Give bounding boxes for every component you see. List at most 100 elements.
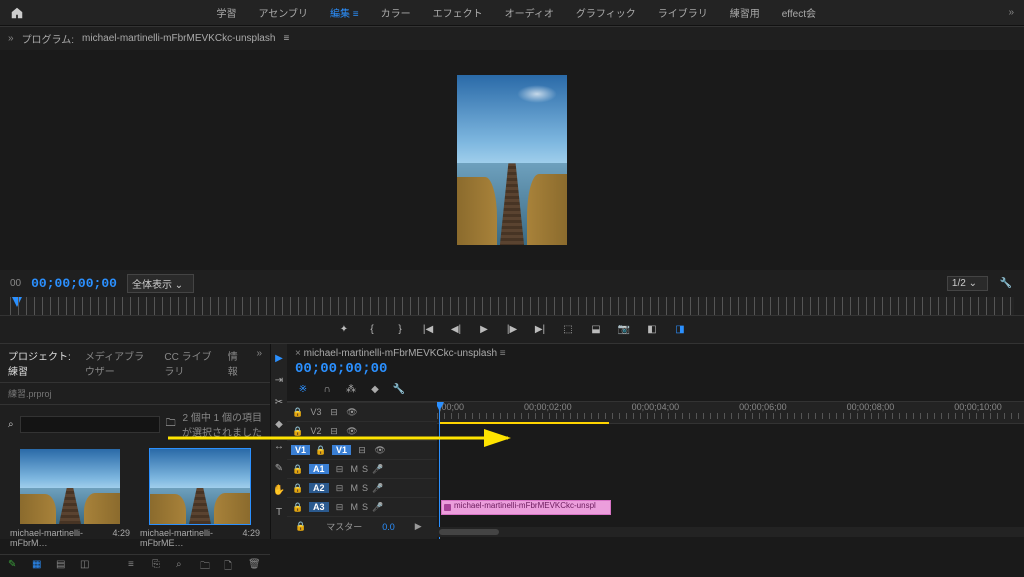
selection-tool-icon[interactable]: ▶ <box>271 350 287 366</box>
program-monitor-panel: » プログラム: michael-martinelli-mFbrMEVKCkc-… <box>0 26 1024 343</box>
track-select-tool-icon[interactable]: ⇥ <box>271 372 287 388</box>
go-to-out-icon[interactable]: ▶| <box>532 322 548 338</box>
playhead[interactable] <box>439 402 440 539</box>
timeline-panel: × michael-martinelli-mFbrMEVKCkc-unsplas… <box>287 344 1024 539</box>
write-icon[interactable]: ✎ <box>8 559 22 573</box>
project-item-1[interactable]: michael-martinelli-mFbrME…4:29 <box>140 449 260 548</box>
program-tc-small: 00 <box>10 278 21 289</box>
search-icon[interactable]: ⌕ <box>8 419 14 430</box>
clear-icon[interactable]: 🗑 <box>248 559 262 573</box>
media-browser-tab[interactable]: メディアブラウザー <box>85 348 151 378</box>
automate-icon[interactable]: ⎘ <box>152 559 166 573</box>
item-dur: 4:29 <box>112 528 130 548</box>
program-timecode[interactable]: 00;00;00;00 <box>31 276 117 291</box>
step-back-icon[interactable]: ◀| <box>448 322 464 338</box>
markers-icon[interactable]: ◆ <box>367 381 383 397</box>
go-to-in-icon[interactable]: |◀ <box>420 322 436 338</box>
track-a3[interactable]: 🔒A3⊟MS🎤 <box>287 497 437 516</box>
panel-menu-icon[interactable]: » <box>8 33 14 44</box>
comparison-icon[interactable]: ◧ <box>644 322 660 338</box>
ripple-edit-tool-icon[interactable]: ✂ <box>271 394 287 410</box>
tab-effectkai[interactable]: effect会 <box>782 5 816 20</box>
timeline-timecode[interactable]: 00;00;00;00 <box>295 361 1024 377</box>
find-icon[interactable]: ⌕ <box>176 559 190 573</box>
tab-learning[interactable]: 学習 <box>216 5 236 20</box>
settings-icon[interactable]: 🔧 <box>391 381 407 397</box>
sequence-tab[interactable]: michael-martinelli-mFbrMEVKCkc-unsplash <box>304 348 497 359</box>
project-status: 2 個中 1 個の項目が選択されました <box>182 409 262 439</box>
pen-tool-icon[interactable]: ✎ <box>271 460 287 476</box>
snap-icon[interactable]: ※ <box>295 381 311 397</box>
work-area-bar[interactable] <box>439 422 609 424</box>
icon-view-icon[interactable]: ▤ <box>56 559 70 573</box>
workspace-tabs: 学習 アセンブリ 編集 カラー エフェクト オーディオ グラフィック ライブラリ… <box>24 5 1008 20</box>
track-headers: 🔒V3⊟👁 🔒V2⊟👁 V1🔒V1⊟👁 🔒A1⊟MS🎤 🔒A2⊟MS🎤 🔒A3⊟… <box>287 402 437 539</box>
lift-icon[interactable]: ⬚ <box>560 322 576 338</box>
tab-effects[interactable]: エフェクト <box>433 5 483 20</box>
lower-panels: プロジェクト: 練習 メディアブラウザー CC ライブラリ 情報 » 練習.pr… <box>0 343 1024 539</box>
freeform-view-icon[interactable]: ◫ <box>80 559 94 573</box>
magnet-icon[interactable]: ∩ <box>319 381 335 397</box>
program-title-prefix: プログラム: <box>22 31 74 46</box>
button-editor-icon[interactable]: ◨ <box>672 322 688 338</box>
transport-controls: ✦ { } |◀ ◀| ▶ |▶ ▶| ⬚ ⬓ 📷 ◧ ◨ <box>0 315 1024 343</box>
timeline-scrollbar[interactable] <box>437 527 1024 537</box>
cc-library-tab[interactable]: CC ライブラリ <box>164 348 213 378</box>
razor-tool-icon[interactable]: ◆ <box>271 416 287 432</box>
project-item-0[interactable]: michael-martinelli-mFbrM…4:29 <box>10 449 130 548</box>
project-tab[interactable]: プロジェクト: 練習 <box>8 348 71 378</box>
sort-icon[interactable]: ≡ <box>128 559 142 573</box>
program-scrubber[interactable] <box>10 297 1014 315</box>
info-tab[interactable]: 情報 <box>228 348 243 378</box>
program-clip-name: michael-martinelli-mFbrMEVKCkc-unsplash <box>82 33 275 44</box>
item-name: michael-martinelli-mFbrME… <box>140 528 242 548</box>
tab-editing[interactable]: 編集 <box>330 5 359 20</box>
tools-panel: ▶ ⇥ ✂ ◆ ↔ ✎ ✋ T <box>271 344 287 539</box>
track-v1[interactable]: V1🔒V1⊟👁 <box>287 440 437 459</box>
panel-menu-equals-icon[interactable]: ≡ <box>283 33 289 44</box>
home-icon[interactable] <box>10 6 24 20</box>
timeline-ruler[interactable]: ;00;0000;00;02;0000;00;04;0000;00;06;000… <box>437 402 1024 424</box>
tab-practice[interactable]: 練習用 <box>730 5 760 20</box>
item-name: michael-martinelli-mFbrM… <box>10 528 112 548</box>
linked-selection-icon[interactable]: ⁂ <box>343 381 359 397</box>
mark-out-icon[interactable]: } <box>392 322 408 338</box>
timeline-clip[interactable]: michael-martinelli-mFbrMEVKCkc-unspl <box>441 500 611 515</box>
settings-icon[interactable]: 🔧 <box>998 276 1014 292</box>
hand-tool-icon[interactable]: ✋ <box>271 482 287 498</box>
program-zoom-fit[interactable]: 全体表示 ⌄ <box>127 274 194 293</box>
new-bin-icon[interactable]: 🗀 <box>200 559 214 573</box>
play-icon[interactable]: ▶ <box>476 322 492 338</box>
item-dur: 4:29 <box>242 528 260 548</box>
program-preview <box>457 75 567 245</box>
add-marker-icon[interactable]: ✦ <box>336 322 352 338</box>
track-a1[interactable]: 🔒A1⊟MS🎤 <box>287 459 437 478</box>
program-resolution[interactable]: 1/2 ⌄ <box>947 276 988 291</box>
program-canvas[interactable] <box>0 50 1024 270</box>
track-v3[interactable]: 🔒V3⊟👁 <box>287 402 437 421</box>
bin-icon[interactable]: 🗀 <box>166 416 176 433</box>
export-frame-icon[interactable]: 📷 <box>616 322 632 338</box>
slip-tool-icon[interactable]: ↔ <box>271 438 287 454</box>
extract-icon[interactable]: ⬓ <box>588 322 604 338</box>
project-search-input[interactable] <box>20 416 160 433</box>
step-fwd-icon[interactable]: |▶ <box>504 322 520 338</box>
track-a2[interactable]: 🔒A2⊟MS🎤 <box>287 478 437 497</box>
prproj-name: 練習.prproj <box>8 387 52 400</box>
tab-audio[interactable]: オーディオ <box>505 5 554 20</box>
proj-overflow-icon[interactable]: » <box>256 348 262 378</box>
list-view-icon[interactable]: ▦ <box>32 559 46 573</box>
mark-in-icon[interactable]: { <box>364 322 380 338</box>
new-item-icon[interactable]: 🗋 <box>224 559 238 573</box>
timeline-tracks-area[interactable]: ;00;0000;00;02;0000;00;04;0000;00;06;000… <box>437 402 1024 539</box>
tab-graphics[interactable]: グラフィック <box>576 5 636 20</box>
tab-library[interactable]: ライブラリ <box>658 5 708 20</box>
tab-assembly[interactable]: アセンブリ <box>258 5 308 20</box>
overflow-icon[interactable]: » <box>1008 7 1014 18</box>
top-bar: 学習 アセンブリ 編集 カラー エフェクト オーディオ グラフィック ライブラリ… <box>0 0 1024 26</box>
track-v2[interactable]: 🔒V2⊟👁 <box>287 421 437 440</box>
master-track[interactable]: 🔒マスター0.0▶ <box>287 516 437 536</box>
project-panel: プロジェクト: 練習 メディアブラウザー CC ライブラリ 情報 » 練習.pr… <box>0 344 271 539</box>
tab-color[interactable]: カラー <box>381 5 411 20</box>
type-tool-icon[interactable]: T <box>271 504 287 520</box>
